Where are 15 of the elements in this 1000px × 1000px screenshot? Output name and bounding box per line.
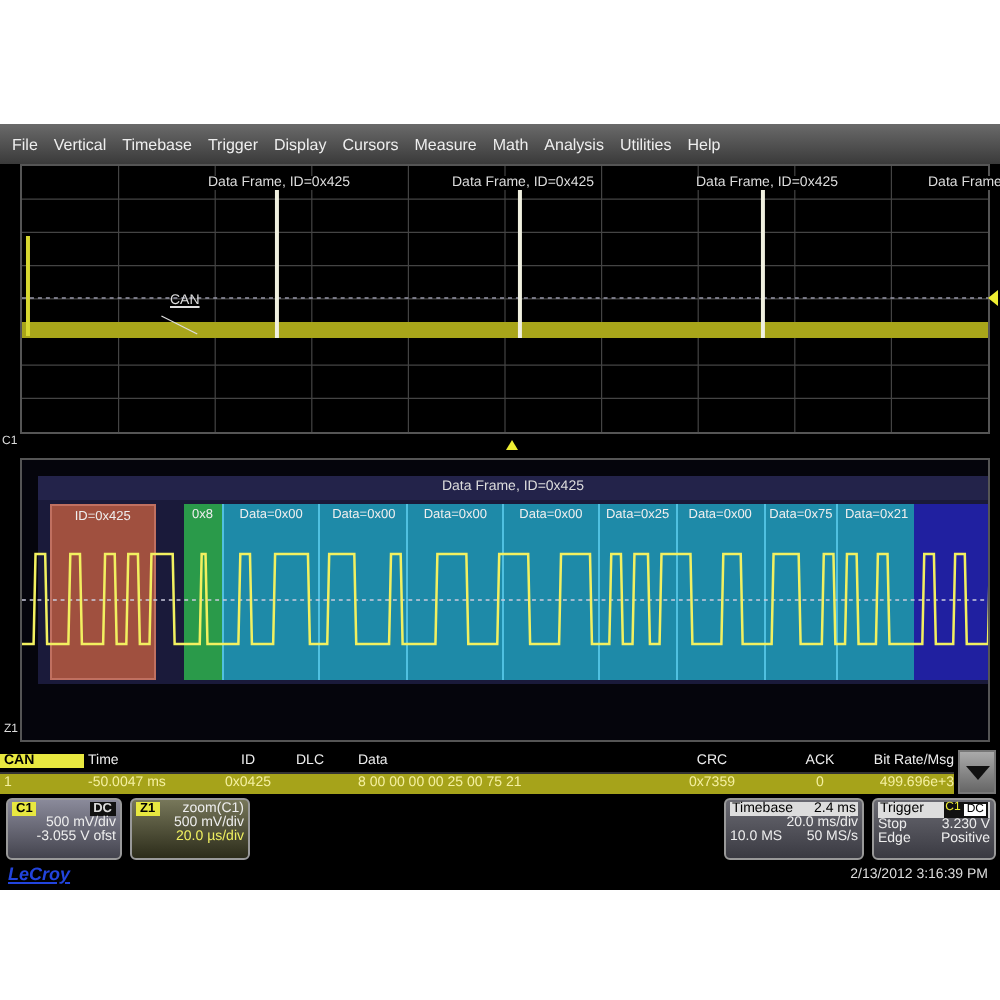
brand-logo: LeCroy: [8, 864, 71, 884]
menu-item[interactable]: Timebase: [122, 135, 192, 153]
dropdown-button[interactable]: [958, 750, 996, 794]
menu-item[interactable]: Measure: [414, 135, 477, 153]
menu-item[interactable]: Display: [274, 135, 327, 153]
menu-item[interactable]: Trigger: [207, 135, 258, 153]
menu-item[interactable]: Math: [492, 135, 529, 153]
level-marker-icon: [988, 290, 998, 306]
menu-item[interactable]: File: [12, 135, 38, 153]
menu-item[interactable]: Utilities: [619, 135, 672, 153]
menu-item[interactable]: Cursors: [342, 135, 399, 153]
menu-item[interactable]: Analysis: [544, 135, 604, 153]
menu-item[interactable]: Help: [687, 135, 721, 153]
caret-icon: [965, 765, 989, 779]
menu-item[interactable]: Vertical: [53, 135, 107, 153]
